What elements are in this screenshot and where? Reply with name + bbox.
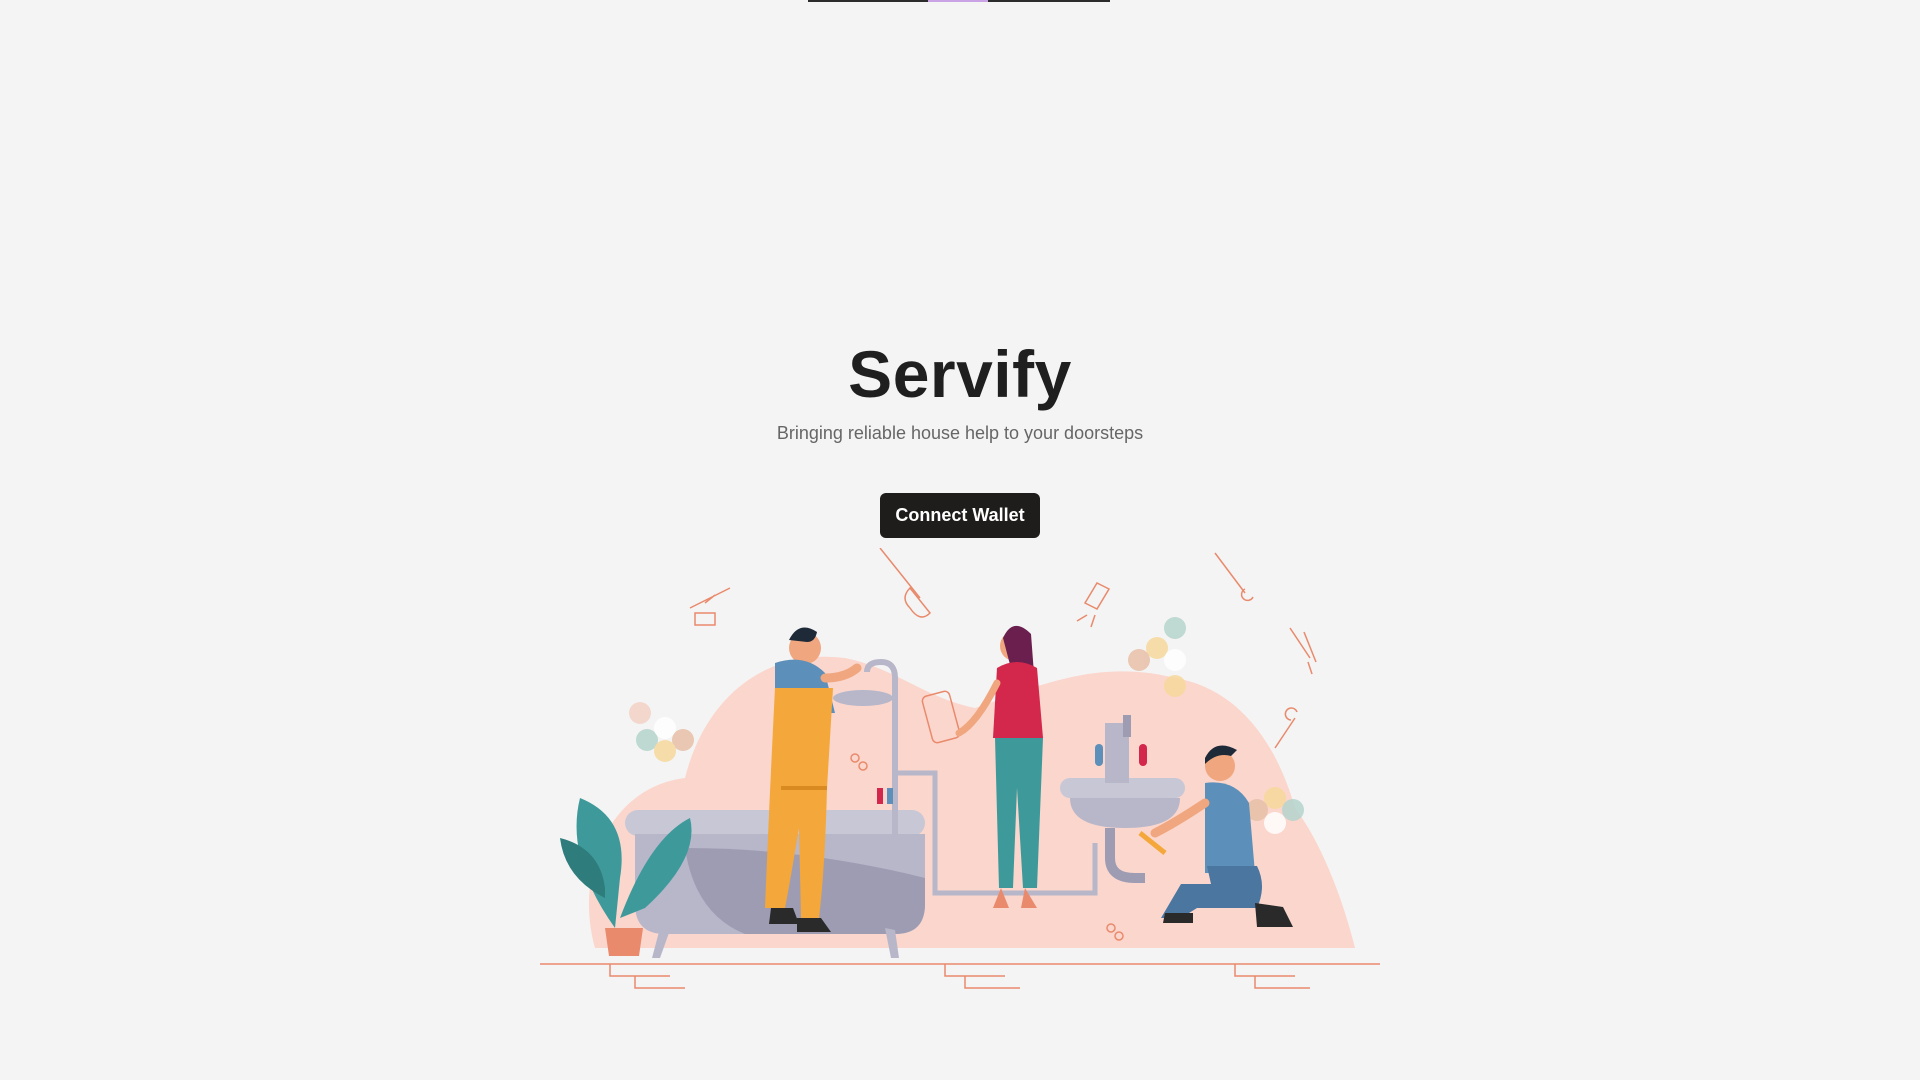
shower-head (833, 690, 893, 706)
app-tagline: Bringing reliable house help to your doo… (776, 423, 1144, 443)
top-loading-bar (808, 0, 1110, 2)
hero-section: Servify Bringing reliable house help to … (0, 330, 1920, 446)
plunger-icon (879, 548, 932, 618)
pliers-icon (1289, 627, 1317, 675)
faucet-icon (1076, 582, 1111, 628)
hero-illustration (540, 548, 1380, 989)
wrench-icon (1214, 552, 1254, 602)
pipe-valve-icon (689, 587, 731, 626)
floor-lines (540, 963, 1380, 989)
connect-wallet-button[interactable]: Connect Wallet (880, 493, 1040, 538)
landing-page: Servify Bringing reliable house help to … (0, 0, 1920, 1080)
app-title: Servify (848, 337, 1072, 411)
loading-bar-accent (928, 0, 988, 2)
wrench-icon-2 (1274, 707, 1298, 749)
